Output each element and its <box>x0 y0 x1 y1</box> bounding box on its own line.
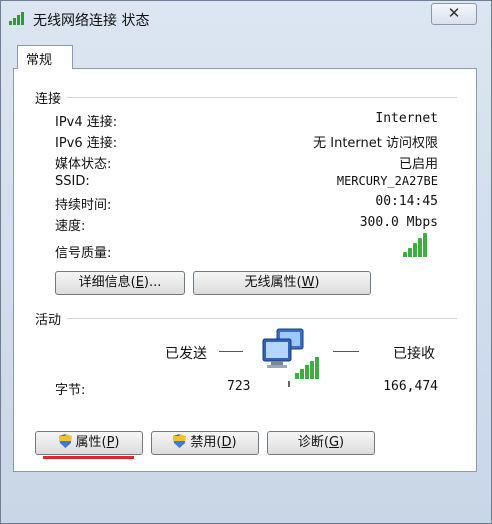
details-button[interactable]: 详细信息(E)... <box>55 271 185 295</box>
bytes-sent-value: 723 <box>227 379 251 394</box>
wireless-properties-button[interactable]: 无线属性(W) <box>193 271 371 295</box>
ssid-value: MERCURY_2A27BE <box>336 174 438 188</box>
signal-quality-icon <box>403 233 429 257</box>
bytes-received-value: 166,474 <box>383 379 438 394</box>
activity-section-label: 活动 <box>35 313 62 328</box>
ipv6-value: 无 Internet 访问权限 <box>313 136 438 151</box>
sent-label: 已发送 <box>165 346 207 362</box>
ipv4-label: IPv4 连接: <box>55 115 118 130</box>
sent-dash <box>219 351 243 352</box>
disable-button[interactable]: 禁用(D) <box>151 431 259 455</box>
close-button[interactable]: ✕ <box>431 3 477 25</box>
status-window: 无线网络连接 状态 ✕ 常规 连接 IPv4 连接: Internet IPv6… <box>0 0 492 524</box>
speed-label: 速度: <box>55 219 86 234</box>
duration-label: 持续时间: <box>55 198 112 213</box>
duration-value: 00:14:45 <box>375 194 438 209</box>
section-divider <box>67 97 457 98</box>
connection-section-label: 连接 <box>35 92 62 107</box>
title-bar: 无线网络连接 状态 ✕ <box>1 1 491 37</box>
received-dash <box>333 351 359 352</box>
media-state-label: 媒体状态: <box>55 157 112 172</box>
tab-general[interactable]: 常规 <box>17 45 73 69</box>
diagnose-button[interactable]: 诊断(G) <box>267 431 375 455</box>
wireless-signal-icon <box>9 11 27 25</box>
ssid-label: SSID: <box>55 174 90 189</box>
shield-icon <box>58 434 72 448</box>
network-computers-icon <box>259 325 325 387</box>
received-label: 已接收 <box>393 346 435 362</box>
bytes-label: 字节: <box>55 383 86 398</box>
speed-value: 300.0 Mbps <box>359 215 438 230</box>
window-title: 无线网络连接 状态 <box>33 13 150 29</box>
highlight-underline <box>43 456 134 459</box>
properties-button[interactable]: 属性(P) <box>35 431 143 455</box>
ipv4-value: Internet <box>375 111 438 126</box>
ipv6-label: IPv6 连接: <box>55 136 118 151</box>
shield-icon <box>173 434 187 448</box>
close-icon: ✕ <box>447 4 461 22</box>
section-divider <box>67 318 457 319</box>
media-state-value: 已启用 <box>398 157 438 172</box>
signal-quality-label: 信号质量: <box>55 246 112 261</box>
